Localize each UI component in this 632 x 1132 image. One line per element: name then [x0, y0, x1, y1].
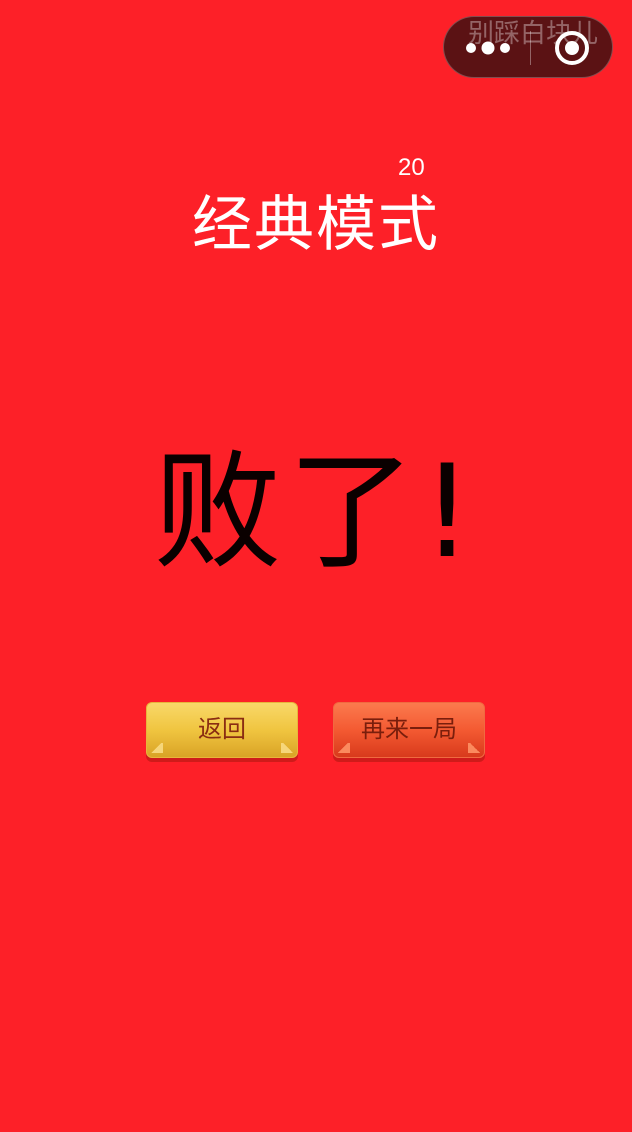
capsule-divider: [530, 31, 531, 65]
close-circle-icon[interactable]: [553, 29, 591, 67]
more-dots-icon[interactable]: [464, 40, 512, 56]
back-button[interactable]: 返回: [146, 702, 298, 758]
mini-program-capsule: 别踩白块儿: [443, 16, 613, 78]
result-text: 败了!: [153, 438, 479, 587]
play-again-button[interactable]: 再来一局: [333, 702, 485, 758]
mode-title: 经典模式: [192, 190, 440, 260]
score-counter: 20: [398, 154, 425, 181]
